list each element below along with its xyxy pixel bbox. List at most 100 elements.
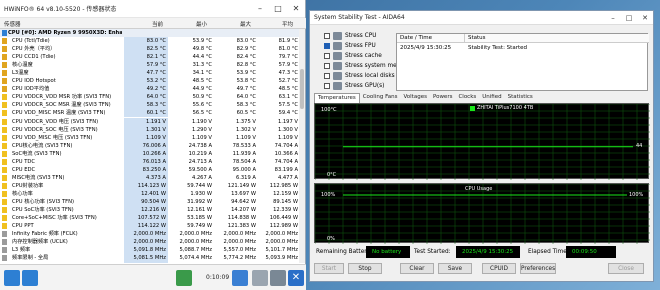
stress-option[interactable]: Stress cache bbox=[324, 52, 382, 60]
temp-current-value: 44 bbox=[636, 143, 643, 149]
sensor-row[interactable]: CPU PPT 114.122 W 59.749 W 121.383 W 112.989… bbox=[0, 222, 300, 231]
cpuid-button[interactable]: CPUID bbox=[482, 263, 516, 274]
preferences-button[interactable]: Preferences bbox=[520, 263, 556, 274]
close-x-icon[interactable]: ✕ bbox=[288, 270, 304, 286]
stress-option[interactable]: Stress local disks bbox=[324, 72, 395, 80]
save-button[interactable]: Save bbox=[438, 263, 472, 274]
sensor-row[interactable]: 频率限制 - 全局 5,081.5 MHz 5,074.4 MHz 5,774.2 M… bbox=[0, 254, 300, 263]
test-started-value: 2025/4/9 15:30:25 bbox=[456, 246, 520, 258]
sensor-cur: 57.9 °C bbox=[146, 62, 166, 69]
sensor-row[interactable]: CPU SoC功率 (SVI3 TFN) 12.216 W 12.161 W 14.2… bbox=[0, 206, 300, 215]
sensor-min: 31.3 °C bbox=[192, 62, 212, 69]
power-sensor-icon bbox=[2, 223, 7, 230]
sensor-min: 1.930 W bbox=[190, 190, 212, 197]
sensor-row[interactable]: CPU VDD_MISC MSR 温度 (SVI3 TFN) 60.1 °C 56.… bbox=[0, 109, 300, 118]
sensor-row[interactable]: CPU 核心功率 (SVI3 TFN) 90.504 W 31.992 W 94.64… bbox=[0, 197, 300, 206]
stress-checkbox[interactable] bbox=[324, 73, 330, 79]
start-button[interactable]: Start bbox=[314, 263, 344, 274]
sensor-avg: 2,000.0 MHz bbox=[265, 239, 298, 246]
sensor-min: 24.713 A bbox=[188, 158, 212, 165]
sensor-row[interactable]: CPU VDDCR_SOC MSR 温度 (SVI3 TFN) 58.3 °C 55… bbox=[0, 101, 300, 110]
sensor-scrollbar[interactable] bbox=[299, 29, 305, 263]
hwinfo-titlebar[interactable]: HWiNFO® 64 v8.10-5520 - 传感器状态 – □ ✕ bbox=[0, 0, 305, 18]
sensor-cur: 107.572 W bbox=[137, 215, 166, 222]
sensor-table-header: 传感器 当前 最小 最大 平均 bbox=[0, 18, 306, 29]
maximize-button[interactable]: □ bbox=[269, 0, 287, 18]
sensor-row[interactable]: CPU CCD1 (Tdie) 82.1 °C 44.4 °C 82.4 °C 79.7… bbox=[0, 53, 300, 62]
sensor-row[interactable]: SoC电流 (SVI3 TFN) 10.266 A 10.219 A 11.939 A… bbox=[0, 149, 300, 158]
sensor-cur: 1.109 V bbox=[145, 134, 166, 141]
tab-cooling-fans[interactable]: Cooling Fans bbox=[360, 93, 401, 103]
sensor-row[interactable]: CPU EDC 83.250 A 59.500 A 95.000 A 83.199 A bbox=[0, 165, 300, 174]
minimize-button[interactable]: – bbox=[605, 11, 621, 25]
sensor-row[interactable]: CPU VDDCR_SOC 电压 (SVI3 TFN) 1.301 V 1.290 … bbox=[0, 125, 300, 134]
col-avg[interactable]: 平均 bbox=[282, 20, 293, 28]
elapsed-value: 00:09:50 bbox=[566, 246, 616, 258]
close-button[interactable]: ✕ bbox=[637, 11, 653, 25]
stop-button[interactable]: Stop bbox=[348, 263, 382, 274]
tab-unified[interactable]: Unified bbox=[479, 93, 504, 103]
sensor-row[interactable]: CPU 外壳（平均） 82.5 °C 49.8 °C 82.9 °C 81.0 °C bbox=[0, 45, 300, 54]
close-dialog-button[interactable]: Close bbox=[608, 263, 644, 274]
sensor-name: CPU 核心功率 (SVI3 TFN) bbox=[12, 198, 74, 205]
stress-option[interactable]: Stress CPU bbox=[324, 32, 376, 40]
maximize-button[interactable]: □ bbox=[621, 11, 637, 25]
sensor-row[interactable]: CPU IOD Hotspot 53.2 °C 48.5 °C 53.8 °C 52.7… bbox=[0, 77, 300, 86]
col-sensor[interactable]: 传感器 bbox=[4, 20, 21, 28]
col-datetime[interactable]: Date / Time bbox=[397, 34, 465, 43]
settings-gear-icon[interactable] bbox=[252, 270, 268, 286]
power-sensor-icon bbox=[2, 207, 7, 214]
stress-checkbox[interactable] bbox=[324, 43, 330, 49]
scrollbar-thumb[interactable] bbox=[300, 69, 304, 109]
tab-temperatures[interactable]: Temperatures bbox=[314, 93, 360, 103]
tab-powers[interactable]: Powers bbox=[430, 93, 456, 103]
clear-button[interactable]: Clear bbox=[400, 263, 434, 274]
sensor-row[interactable]: CPU VDDCR_VDD 电压 (SVI3 TFN) 1.191 V 1.190 … bbox=[0, 117, 300, 126]
sensor-row[interactable]: Infinity Fabric 频率 (FCLK) 2,000.0 MHz 2,00… bbox=[0, 230, 300, 239]
sensor-cur: 5,081.5 MHz bbox=[133, 255, 166, 262]
sensor-row[interactable]: 核心功率 12.401 W 1.930 W 13.697 W 12.159 W bbox=[0, 189, 300, 198]
minimize-button[interactable]: – bbox=[251, 0, 269, 18]
stress-option[interactable]: Stress FPU bbox=[324, 42, 376, 50]
col-current[interactable]: 当前 bbox=[152, 20, 163, 28]
stress-checkbox[interactable] bbox=[324, 83, 330, 89]
sensor-row[interactable]: CPU封装功率 114.123 W 59.744 W 121.149 W 112.985… bbox=[0, 181, 300, 190]
sensor-max: 5,774.2 MHz bbox=[223, 255, 256, 262]
sensor-row[interactable]: L3温度 47.7 °C 34.1 °C 53.9 °C 47.3 °C bbox=[0, 69, 300, 78]
sensor-row[interactable]: CPU VDD_MISC 电压 (SVI3 TFN) 1.109 V 1.109 V… bbox=[0, 133, 300, 142]
clock-icon[interactable] bbox=[270, 270, 286, 286]
close-button[interactable]: ✕ bbox=[287, 0, 305, 18]
sensor-row[interactable]: CPU IOD平均值 49.2 °C 44.9 °C 49.7 °C 48.5 °C bbox=[0, 85, 300, 94]
elapsed-timer: 0:10:09 bbox=[206, 274, 230, 281]
col-min[interactable]: 最小 bbox=[196, 20, 207, 28]
sensor-group-row[interactable]: CPU [#0]: AMD Ryzen 9 9950X3D: Enhanced bbox=[0, 29, 300, 38]
sensor-row[interactable]: CPU VDDCR_VDD MSR 功率 (SVI3 TFN) 64.0 °C 50… bbox=[0, 93, 300, 102]
tab-statistics[interactable]: Statistics bbox=[505, 93, 536, 103]
sensor-list: CPU [#0]: AMD Ryzen 9 9950X3D: EnhancedC… bbox=[0, 29, 300, 263]
sensor-avg: 81.9 °C bbox=[278, 38, 298, 45]
tab-clocks[interactable]: Clocks bbox=[455, 93, 479, 103]
network-icon[interactable] bbox=[176, 270, 192, 286]
stress-checkbox[interactable] bbox=[324, 63, 330, 69]
sensor-row[interactable]: CPU核心电流 (SVI3 TFN) 76.006 A 24.738 A 78.533… bbox=[0, 141, 300, 150]
tab-voltages[interactable]: Voltages bbox=[400, 93, 430, 103]
sensor-row[interactable]: Core+SoC+MISC 功率 (SVI3 TFN) 107.572 W 53.1… bbox=[0, 214, 300, 223]
col-status[interactable]: Status bbox=[465, 34, 649, 43]
sensor-row[interactable]: MISC电流 (SVI3 TFN) 4.373 A 4.267 A 6.319 A 4.… bbox=[0, 173, 300, 182]
sensor-row[interactable]: CPU PPT Limit57.1 % 29.9 %60.7 %56.5 % bbox=[0, 262, 300, 263]
sensor-row[interactable]: CPU TDC 76.013 A 24.713 A 78.504 A 74.704 A bbox=[0, 157, 300, 166]
sensor-row[interactable]: 核心温度 57.9 °C 31.3 °C 82.8 °C 57.9 °C bbox=[0, 61, 300, 70]
col-max[interactable]: 最大 bbox=[240, 20, 251, 28]
aida64-titlebar[interactable]: System Stability Test - AIDA64 – □ ✕ bbox=[310, 11, 653, 25]
sensor-row[interactable]: 内存控制器频率 (UCLK) 2,000.0 MHz 2,000.0 MHz 2,00… bbox=[0, 238, 300, 247]
nav-forward-icon[interactable] bbox=[22, 270, 38, 286]
stress-checkbox[interactable] bbox=[324, 53, 330, 59]
sensor-min: 12.161 W bbox=[187, 207, 212, 214]
sensor-row[interactable]: L3 频率 5,091.8 MHz 5,088.7 MHz 5,557.0 MHz 5,… bbox=[0, 246, 300, 255]
nav-back-icon[interactable] bbox=[4, 270, 20, 286]
sensor-row[interactable]: CPU (Tctl/Tdie) 83.0 °C 53.9 °C 83.0 °C 81.9… bbox=[0, 37, 300, 46]
stress-checkbox[interactable] bbox=[324, 33, 330, 39]
usage-current-value: 100% bbox=[629, 192, 644, 198]
report-icon[interactable] bbox=[232, 270, 248, 286]
stress-option[interactable]: Stress GPU(s) bbox=[324, 82, 384, 90]
